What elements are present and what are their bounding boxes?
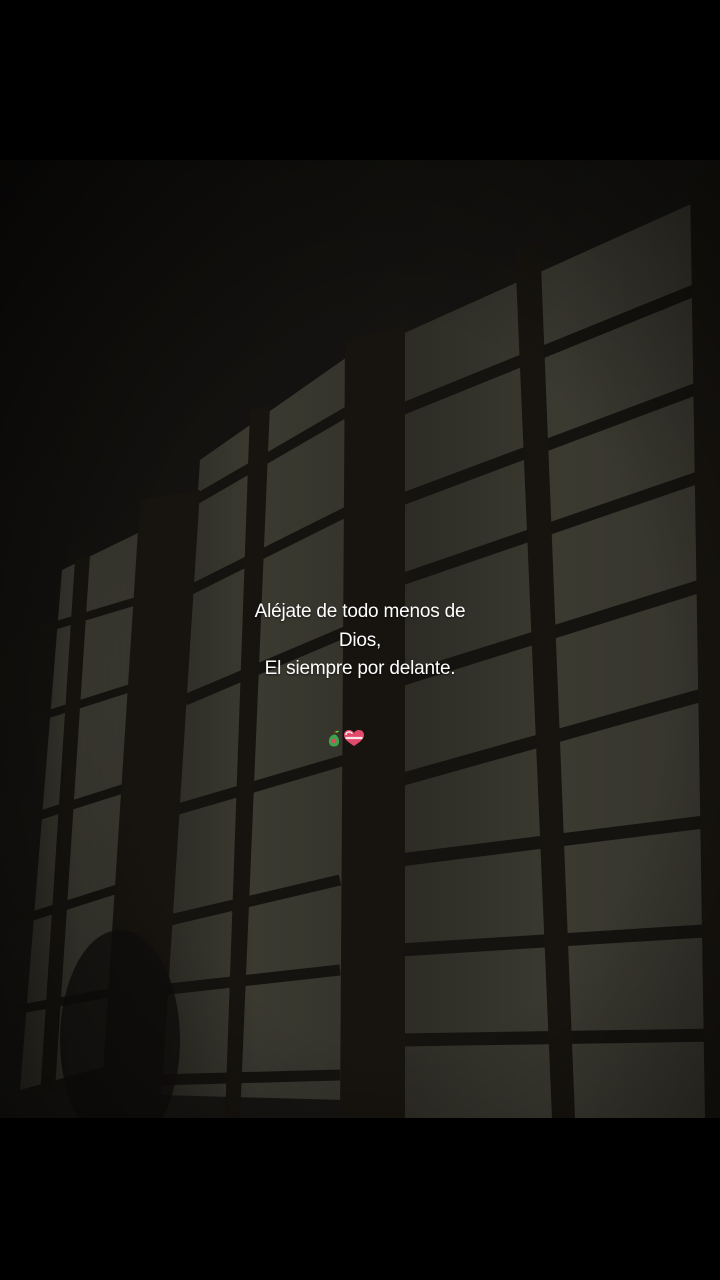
- caption-line-3: El siempre por delante.: [264, 658, 456, 679]
- emoji-row: [326, 728, 366, 748]
- caption-line-2: Dios,: [338, 629, 382, 651]
- caption-line-1: Aléjate de todo menos de: [254, 601, 466, 622]
- pear-emoji-icon: [328, 730, 340, 747]
- story-caption: Aléjate de todo menos de Dios, El siempr…: [160, 598, 560, 684]
- story-frame: Aléjate de todo menos de Dios, El siempr…: [0, 0, 720, 1280]
- heart-emoji-icon: [344, 730, 364, 746]
